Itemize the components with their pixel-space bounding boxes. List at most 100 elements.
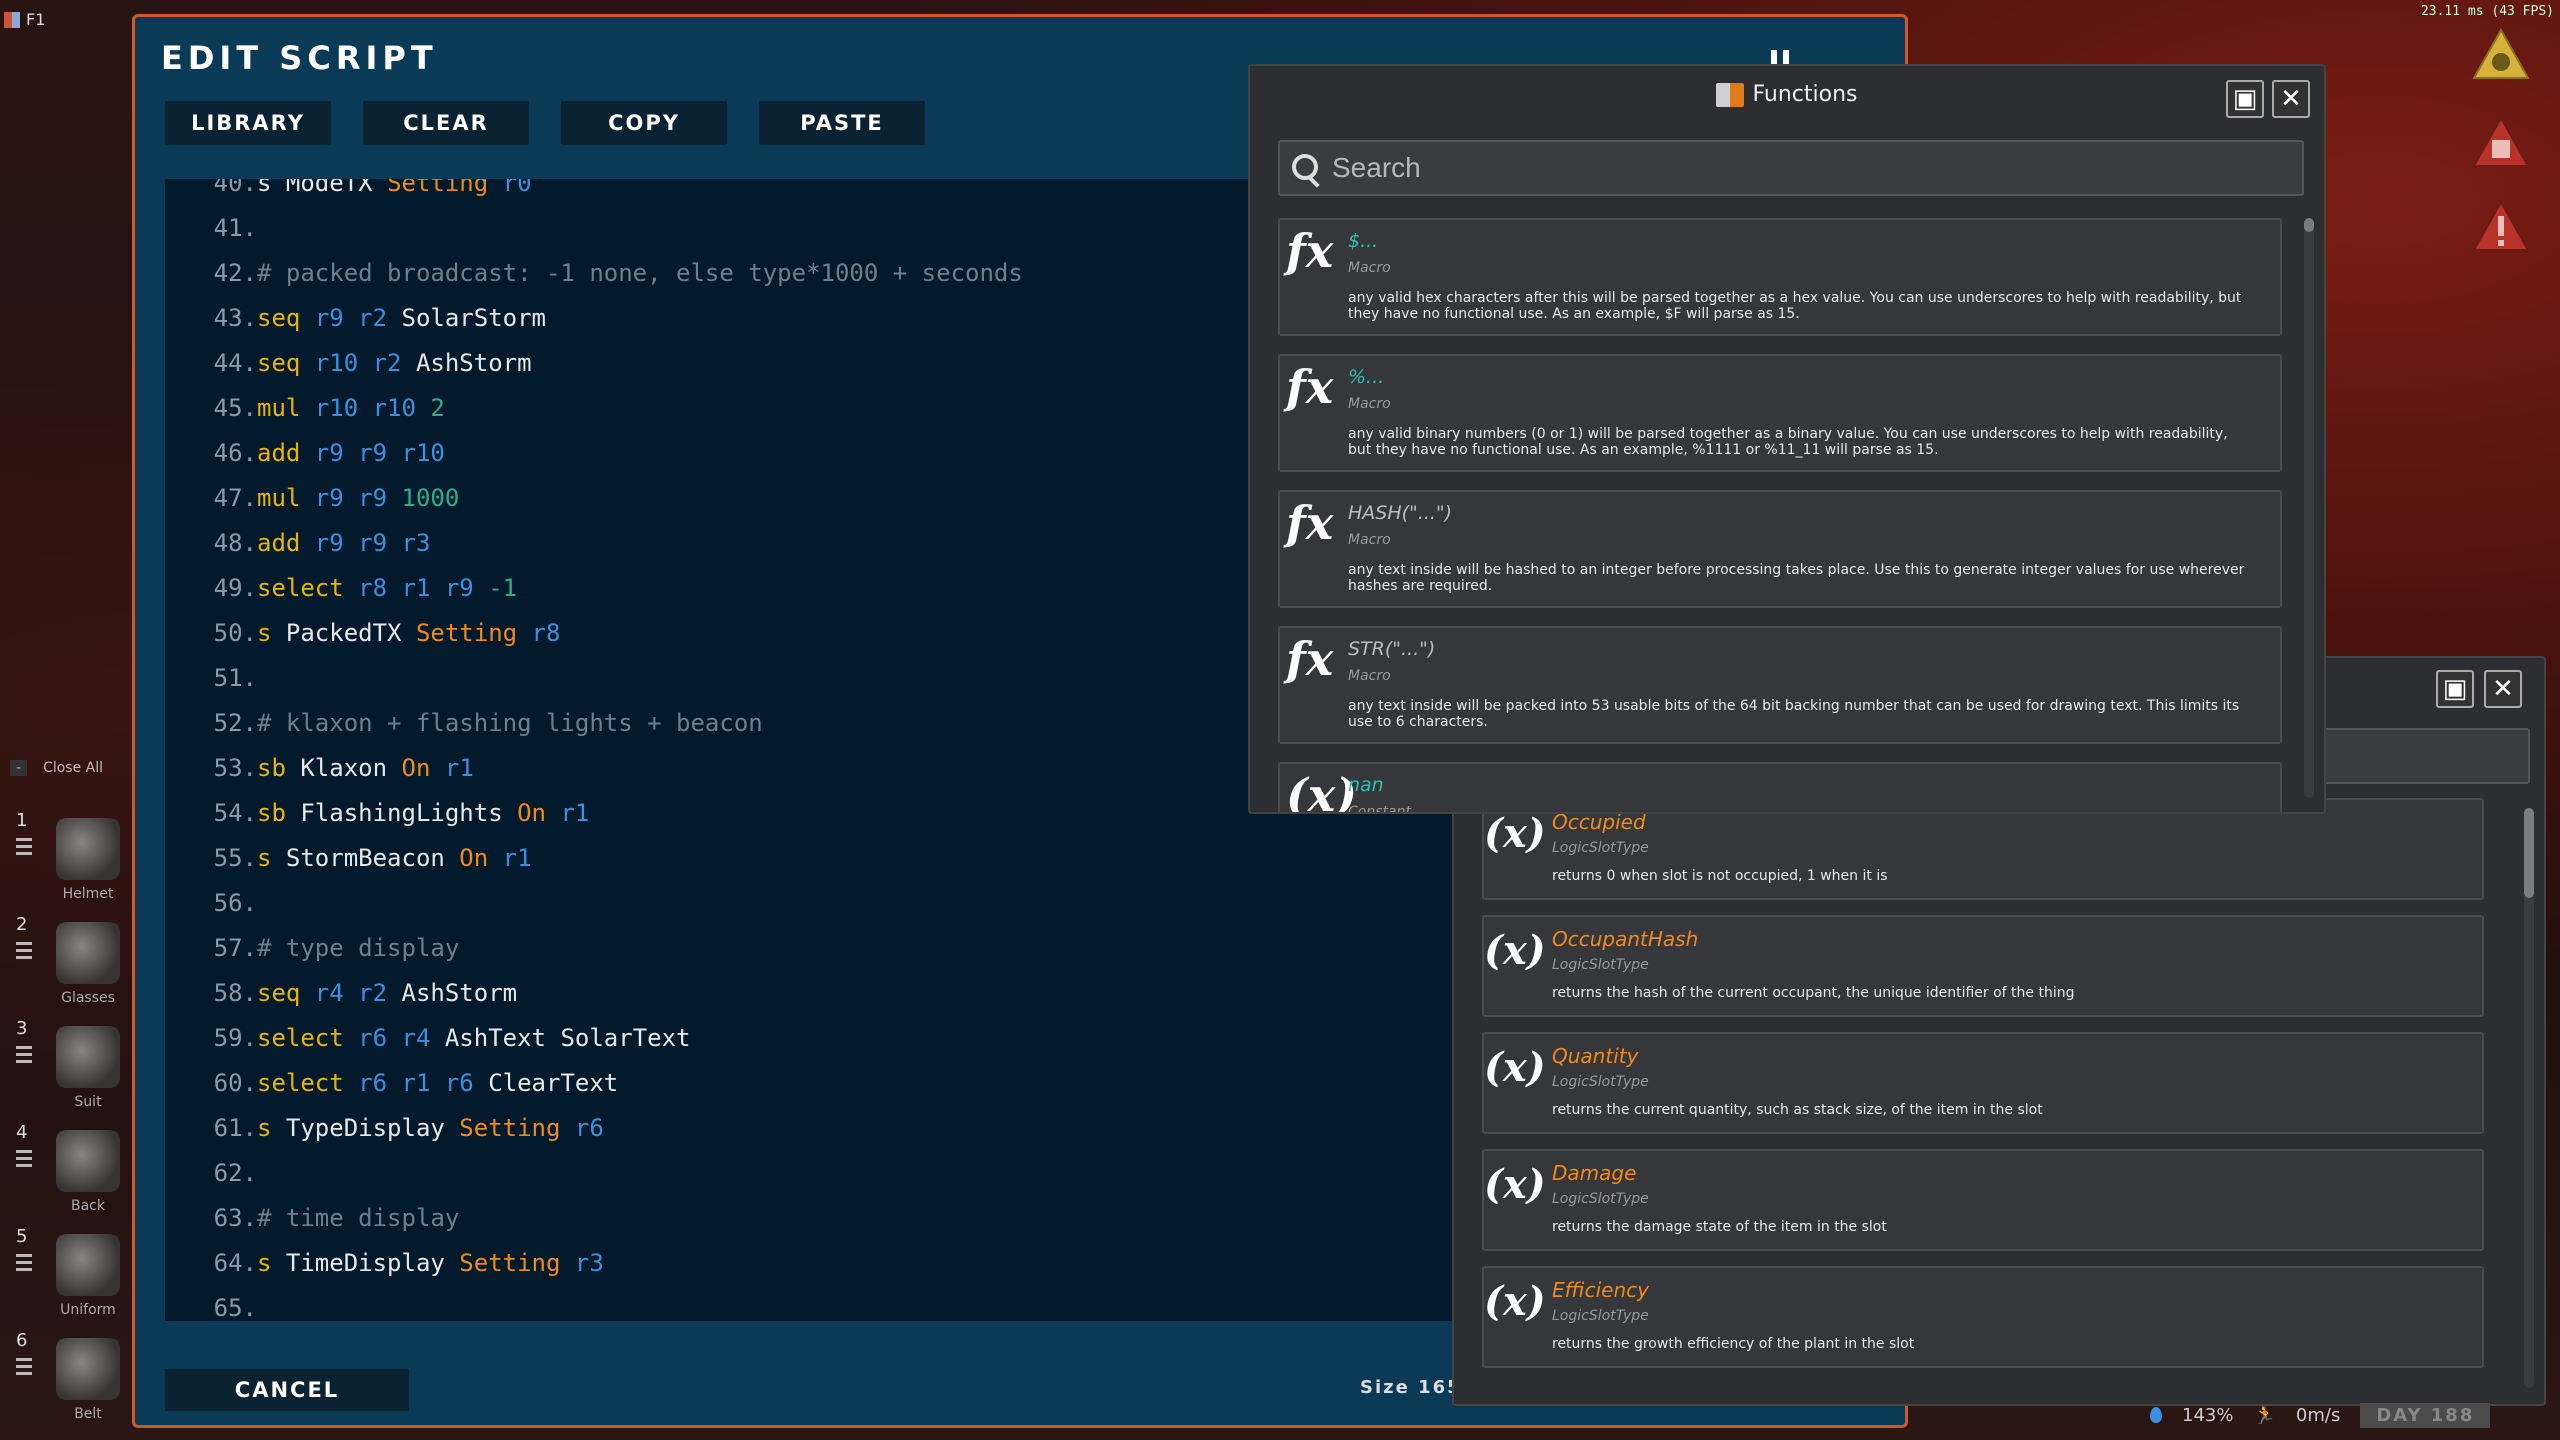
- functions-search[interactable]: [1278, 140, 2304, 196]
- function-type: Macro: [1348, 260, 1391, 276]
- line-number: 62.: [213, 1159, 257, 1187]
- close-all-control[interactable]: - Close All: [10, 760, 103, 776]
- slot-menu-icon[interactable]: [16, 1150, 32, 1170]
- line-text: s ModeTX Setting r0: [257, 179, 532, 206]
- code-line[interactable]: 59. select r6 r4 AshText SolarText: [165, 1016, 1585, 1061]
- line-number: 59.: [213, 1024, 257, 1052]
- code-line[interactable]: 63. # time display: [165, 1196, 1585, 1241]
- function-item[interactable]: fx STR("...") Macro any text inside will be…: [1278, 626, 2282, 744]
- slot-item-icon: [56, 1026, 120, 1088]
- close-window-button[interactable]: ✕: [2484, 670, 2522, 708]
- slot-number: 1: [16, 810, 28, 831]
- code-token: r9 r2: [314, 304, 402, 332]
- close-window-button[interactable]: ✕: [2272, 80, 2310, 118]
- line-text: seq r4 r2 AshStorm: [257, 971, 517, 1016]
- code-token: AshStorm: [415, 349, 532, 377]
- slot-menu-icon[interactable]: [16, 942, 32, 962]
- line-text: # type display: [257, 926, 459, 971]
- runner-icon: 🏃: [2253, 1404, 2276, 1426]
- function-description: any valid binary numbers (0 or 1) will b…: [1348, 426, 2228, 458]
- code-token: seq: [257, 304, 315, 332]
- line-number: 43.: [213, 304, 257, 332]
- function-type: Macro: [1348, 668, 1391, 684]
- library-button[interactable]: LIBRARY: [165, 101, 331, 145]
- day-counter: DAY 188: [2360, 1402, 2491, 1428]
- functions-scrollbar[interactable]: [2304, 218, 2314, 798]
- inventory-slot[interactable]: 5 Uniform: [8, 1224, 132, 1328]
- code-line[interactable]: 58. seq r4 r2 AshStorm: [165, 971, 1585, 1016]
- warning-face-icon: [2472, 27, 2530, 80]
- code-token: r1: [502, 844, 532, 872]
- logic-scrollbar[interactable]: [2524, 808, 2534, 1388]
- code-token: TimeDisplay: [285, 1249, 460, 1277]
- code-line[interactable]: 62.: [165, 1151, 1585, 1196]
- logic-type-name: Efficiency: [1552, 1278, 1649, 1302]
- slot-item-icon: [56, 1234, 120, 1296]
- code-token: On: [459, 844, 503, 872]
- slot-number: 5: [16, 1226, 28, 1247]
- slot-item-icon: [56, 922, 120, 984]
- logic-type-item[interactable]: (x) Efficiency LogicSlotType returns the gr…: [1482, 1266, 2484, 1368]
- restore-window-button[interactable]: ▣: [2226, 80, 2264, 118]
- code-token: r6 r1 r6: [358, 1069, 489, 1097]
- code-token: StormBeacon: [285, 844, 460, 872]
- code-token: SolarStorm: [401, 304, 547, 332]
- line-text: seq r10 r2 AshStorm: [257, 341, 532, 386]
- logic-scroll-thumb[interactable]: [2524, 808, 2534, 898]
- code-line[interactable]: 64. s TimeDisplay Setting r3: [165, 1241, 1585, 1286]
- functions-scroll-thumb[interactable]: [2304, 218, 2314, 232]
- code-line[interactable]: 55. s StormBeacon On r1: [165, 836, 1585, 881]
- line-text: select r6 r1 r6 ClearText: [257, 1061, 618, 1106]
- code-token: Setting: [459, 1249, 575, 1277]
- inventory-slot[interactable]: 2 Glasses: [8, 912, 132, 1016]
- code-line[interactable]: 60. select r6 r1 r6 ClearText: [165, 1061, 1585, 1106]
- code-line[interactable]: 57. # type display: [165, 926, 1585, 971]
- code-token: r4 r2: [314, 979, 402, 1007]
- code-line[interactable]: 56.: [165, 881, 1585, 926]
- functions-window: Functions ▣ ✕ fx $... Macro any valid hex c…: [1248, 64, 2326, 814]
- slot-menu-icon[interactable]: [16, 1254, 32, 1274]
- line-text: # time display: [257, 1196, 459, 1241]
- slot-menu-icon[interactable]: [16, 1358, 32, 1378]
- line-text: mul r10 r10 2: [257, 386, 445, 431]
- inventory-slot[interactable]: 4 Back: [8, 1120, 132, 1224]
- line-number: 53.: [213, 754, 257, 782]
- code-line[interactable]: 65.: [165, 1286, 1585, 1321]
- function-item[interactable]: fx $... Macro any valid hex characters afte…: [1278, 218, 2282, 336]
- logic-type-item[interactable]: (x) Damage LogicSlotType returns the damage…: [1482, 1149, 2484, 1251]
- function-item[interactable]: fx%... Macro any valid binary numbers (0 o…: [1278, 354, 2282, 472]
- line-number: 41.: [213, 214, 257, 242]
- copy-button[interactable]: COPY: [561, 101, 727, 145]
- function-item[interactable]: (x) nan Constant: [1278, 762, 2282, 814]
- inventory-slot[interactable]: 6 Belt: [8, 1328, 132, 1432]
- function-type: Macro: [1348, 532, 1391, 548]
- inventory-slot[interactable]: 1 Helmet: [8, 808, 132, 912]
- line-number: 48.: [213, 529, 257, 557]
- warning-alert-icon: [2472, 199, 2530, 252]
- code-token: s: [257, 619, 286, 647]
- search-input[interactable]: [1330, 148, 2274, 188]
- book-icon: [1716, 83, 1745, 107]
- line-text: s PackedTX Setting r8: [257, 611, 560, 656]
- function-item[interactable]: fx HASH("...") Macro any text inside will b…: [1278, 490, 2282, 608]
- slot-label: Belt: [74, 1406, 102, 1422]
- cancel-button[interactable]: CANCEL: [165, 1369, 409, 1411]
- logic-type-name: Damage: [1552, 1161, 1637, 1185]
- close-all-button[interactable]: Close All: [43, 760, 103, 776]
- clear-button[interactable]: CLEAR: [363, 101, 529, 145]
- slot-menu-icon[interactable]: [16, 1046, 32, 1066]
- function-type: Constant: [1348, 804, 1411, 814]
- logic-type-item[interactable]: (x) OccupantHash LogicSlotType returns the …: [1482, 915, 2484, 1017]
- paste-button[interactable]: PASTE: [759, 101, 925, 145]
- restore-window-button[interactable]: ▣: [2436, 670, 2474, 708]
- code-token: ClearText: [488, 1069, 619, 1097]
- inventory-slot[interactable]: 3 Suit: [8, 1016, 132, 1120]
- code-token: Setting: [459, 1114, 575, 1142]
- slot-menu-icon[interactable]: [16, 838, 32, 858]
- function-icon: fx: [1286, 224, 1334, 278]
- code-line[interactable]: 61. s TypeDisplay Setting r6: [165, 1106, 1585, 1151]
- collapse-button[interactable]: -: [10, 760, 28, 776]
- logic-type-item[interactable]: (x) Quantity LogicSlotType returns the curr…: [1482, 1032, 2484, 1134]
- line-number: 64.: [213, 1249, 257, 1277]
- logic-type-description: returns the hash of the current occupant…: [1552, 985, 2075, 1001]
